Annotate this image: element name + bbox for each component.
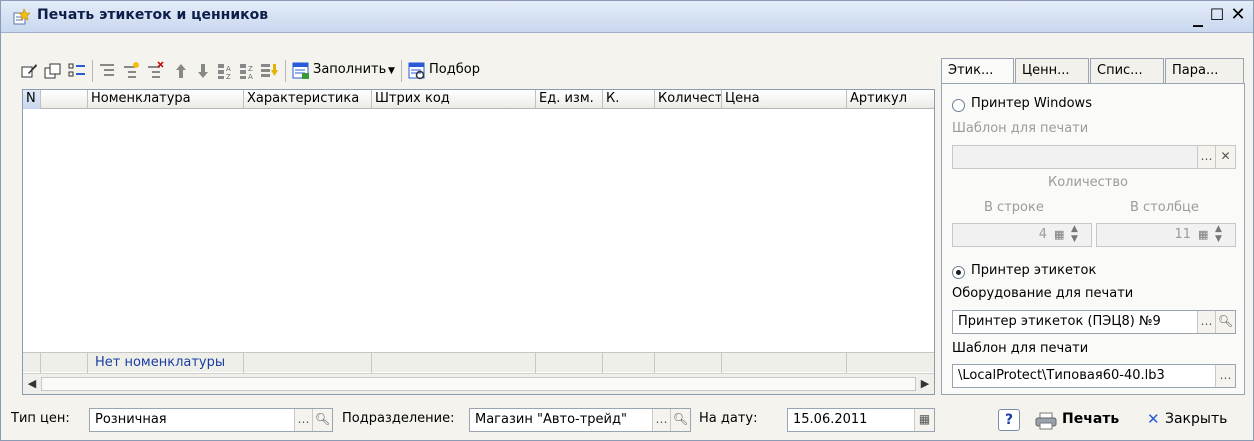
template-field-2[interactable]: \LocalProtect\Типовая60-40.lb3 …	[952, 364, 1236, 388]
radio-label-printer[interactable]	[952, 266, 965, 279]
labels-panel: Принтер Windows Шаблон для печати … ✕ Ко…	[941, 83, 1245, 395]
in-row-label: В строке	[984, 200, 1044, 215]
sort-asc-icon[interactable]: AZ	[215, 61, 235, 81]
radio-windows-printer-label: Принтер Windows	[971, 96, 1092, 111]
svg-text:Z: Z	[226, 73, 231, 81]
department-label: Подразделение:	[342, 411, 455, 426]
sort-desc-icon[interactable]: ZA	[237, 61, 257, 81]
tab-price-tags[interactable]: Ценн...	[1015, 58, 1089, 84]
in-col-label: В столбце	[1130, 200, 1199, 215]
bottom-bar: Тип цен: Розничная … 🔍︎ Подразделение: М…	[1, 401, 1253, 441]
scroll-left-icon[interactable]: ◀	[24, 376, 40, 392]
close-window-button[interactable]: ✕	[1227, 5, 1249, 27]
col-characteristic[interactable]: Характеристика	[244, 90, 372, 109]
col-quantity[interactable]: Количест...	[655, 90, 722, 109]
date-field[interactable]: 15.06.2011 ▦	[787, 408, 935, 432]
col-n[interactable]: N	[23, 90, 41, 109]
in-row-spin-icon[interactable]: ▲ ▼	[1071, 224, 1078, 244]
hierarchy-icon[interactable]	[97, 61, 117, 81]
fill-icon[interactable]	[291, 61, 311, 81]
quantity-label: Количество	[1048, 175, 1128, 190]
in-col-stepper[interactable]: 11 ▦ ▲ ▼	[1096, 223, 1236, 247]
select-icon[interactable]	[407, 61, 427, 81]
tab-labels[interactable]: Этик...	[941, 58, 1014, 86]
label-print-window: Печать этикеток и ценников _ ☐ ✕ AZ ZA З…	[0, 0, 1254, 441]
grid-toolbar: AZ ZA Заполнить ▼ Подбор	[15, 59, 935, 85]
equipment-field[interactable]: Принтер этикеток (ПЭЦ8) №9 … 🔍︎	[952, 310, 1236, 334]
radio-windows-printer[interactable]	[952, 99, 965, 112]
col-price[interactable]: Цена	[722, 90, 847, 109]
sort-settings-icon[interactable]	[259, 61, 279, 81]
copy-icon[interactable]	[43, 61, 63, 81]
select-button[interactable]: Подбор	[429, 62, 480, 77]
maximize-button[interactable]: ☐	[1206, 5, 1228, 27]
print-button[interactable]: Печать	[1062, 411, 1119, 427]
fill-button[interactable]: Заполнить	[313, 62, 386, 77]
date-label: На дату:	[699, 411, 758, 426]
settings-tabs: Этик... Ценн... Спис... Пара...	[941, 58, 1244, 86]
price-type-open-icon[interactable]: 🔍︎	[312, 409, 332, 431]
template-1-clear-icon[interactable]: ✕	[1215, 146, 1235, 168]
edit-icon[interactable]	[19, 61, 39, 81]
calendar-icon[interactable]: ▦	[914, 409, 934, 431]
window-title: Печать этикеток и ценников	[37, 7, 269, 23]
col-nomenclature[interactable]: Номенклатура	[88, 90, 244, 109]
title-bar: Печать этикеток и ценников _ ☐ ✕	[1, 1, 1253, 33]
close-button[interactable]: Закрыть	[1165, 411, 1227, 427]
footer-summary: Нет номенклатуры	[95, 355, 226, 370]
equipment-select-icon[interactable]: …	[1197, 311, 1215, 333]
scroll-track[interactable]	[41, 377, 916, 391]
template-1-select-icon[interactable]: …	[1197, 146, 1215, 168]
in-col-calc-icon[interactable]: ▦	[1198, 228, 1208, 241]
template-2-select-icon[interactable]: …	[1215, 365, 1235, 387]
tab-lists[interactable]: Спис...	[1090, 58, 1164, 84]
table-header: N Номенклатура Характеристика Штрих код …	[23, 90, 934, 109]
delete-group-icon[interactable]	[145, 61, 165, 81]
col-article[interactable]: Артикул	[847, 90, 934, 109]
in-row-calc-icon[interactable]: ▦	[1054, 228, 1064, 241]
in-col-spin-icon[interactable]: ▲ ▼	[1215, 224, 1222, 244]
help-button[interactable]: ?	[998, 409, 1020, 431]
price-type-select-icon[interactable]: …	[294, 409, 312, 431]
move-up-icon[interactable]	[171, 61, 191, 81]
printer-icon	[1035, 412, 1057, 430]
svg-text:A: A	[248, 73, 253, 81]
equipment-label: Оборудование для печати	[952, 286, 1134, 301]
items-table[interactable]: N Номенклатура Характеристика Штрих код …	[22, 89, 935, 395]
radio-label-printer-label: Принтер этикеток	[971, 263, 1097, 278]
svg-text:Z: Z	[248, 65, 253, 73]
horizontal-scrollbar[interactable]: ◀ ▶	[23, 373, 934, 394]
price-type-label: Тип цен:	[11, 411, 70, 426]
col-flag[interactable]	[41, 90, 88, 109]
col-barcode[interactable]: Штрих код	[372, 90, 536, 109]
move-down-icon[interactable]	[193, 61, 213, 81]
fill-dropdown-chevron-icon[interactable]: ▼	[388, 66, 395, 76]
template-field-1[interactable]: … ✕	[952, 145, 1236, 169]
close-x-icon: ✕	[1147, 410, 1160, 428]
price-type-field[interactable]: Розничная … 🔍︎	[89, 408, 333, 432]
col-coef[interactable]: К.	[603, 90, 655, 109]
equipment-open-icon[interactable]: 🔍︎	[1215, 311, 1235, 333]
svg-text:A: A	[226, 65, 231, 73]
form-icon	[13, 8, 30, 25]
department-field[interactable]: Магазин "Авто-трейд" … 🔍︎	[469, 408, 691, 432]
template-label-2: Шаблон для печати	[952, 341, 1089, 356]
department-open-icon[interactable]: 🔍︎	[670, 409, 690, 431]
in-row-stepper[interactable]: 4 ▦ ▲ ▼	[952, 223, 1092, 247]
check-all-icon[interactable]	[67, 61, 87, 81]
department-select-icon[interactable]: …	[652, 409, 670, 431]
scroll-right-icon[interactable]: ▶	[917, 376, 933, 392]
tab-params[interactable]: Пара...	[1165, 58, 1244, 84]
col-unit[interactable]: Ед. изм.	[536, 90, 603, 109]
template-label-1: Шаблон для печати	[952, 121, 1089, 136]
table-footer: Нет номенклатуры	[23, 352, 934, 373]
add-group-icon[interactable]	[121, 61, 141, 81]
